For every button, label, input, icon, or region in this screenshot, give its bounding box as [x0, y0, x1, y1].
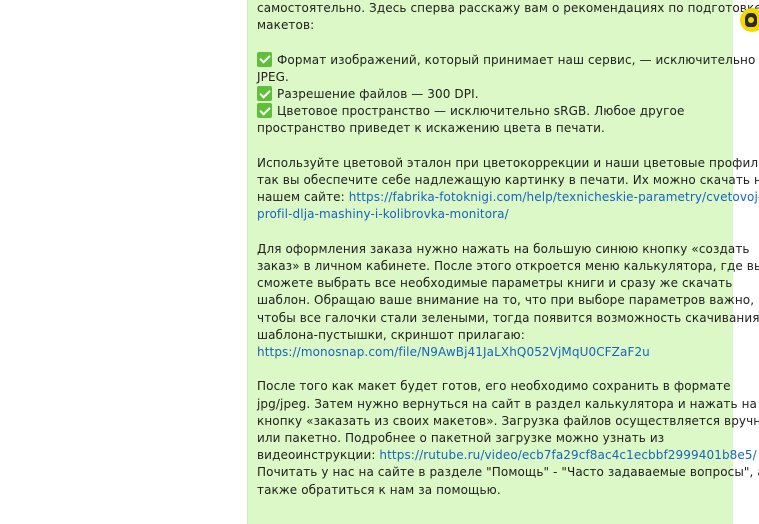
text-line: самостоятельно. Здесь сперва расскажу ва…: [257, 1, 759, 15]
text-line: макетов:: [257, 18, 315, 33]
text-line: или пакетно. Подробнее о пакетной загруз…: [257, 431, 665, 446]
text-line: шаблона-пустышки, скриншот прилагаю:: [257, 327, 525, 342]
avatar-icon: [745, 13, 757, 27]
check-mark-icon: [257, 51, 272, 67]
color-profile-link[interactable]: https://fabrika-fotoknigi.com/help/texni…: [349, 190, 759, 204]
text-line: https://monosnap.com/file/N9AwBj41JaLXhQ…: [257, 344, 727, 361]
text-line: нашем сайте: https://fabrika-fotoknigi.c…: [257, 189, 759, 206]
text-line: profil-dlja-mashiny-i-kolibrovka-monitor…: [257, 206, 727, 223]
checklist-item: Формат изображений, который принимает на…: [257, 51, 755, 69]
text-line: пространство приведет к искажению цвета …: [257, 121, 605, 136]
screenshot-link[interactable]: https://monosnap.com/file/N9AwBj41JaLXhQ…: [257, 345, 650, 359]
text-line: шаблон. Обращаю ваше внимание на то, что…: [257, 293, 755, 308]
text-line: Используйте цветовой эталон при цветокор…: [257, 155, 759, 170]
text-line: чтобы все галочки стали зелеными, тогда …: [257, 310, 759, 325]
avatar[interactable]: [740, 8, 759, 32]
check-mark-icon: [257, 86, 272, 101]
text-line: видеоинструкции: https://rutube.ru/video…: [257, 448, 757, 463]
text-line: также обратиться к нам за помощью.: [257, 482, 501, 497]
color-profile-link-continued[interactable]: profil-dlja-mashiny-i-kolibrovka-monitor…: [257, 207, 509, 221]
chat-area: самостоятельно. Здесь сперва расскажу ва…: [0, 0, 759, 524]
text-line: Для оформления заказа нужно нажать на бо…: [257, 241, 750, 256]
text-line: так вы обеспечите себе надлежащую картин…: [257, 173, 759, 187]
text-line: кнопку «заказать из своих макетов». Загр…: [257, 413, 759, 428]
message-text: самостоятельно. Здесь сперва расскажу ва…: [257, 0, 759, 499]
check-mark-icon: [257, 103, 272, 119]
text-line: После того как макет будет готов, его не…: [257, 379, 731, 394]
text-line: jpg/jpeg. Затем нужно вернуться на сайт …: [257, 396, 757, 411]
text-line: заказ» в личном кабинете. После этого от…: [257, 259, 759, 273]
text-line: Почитать у нас на сайте в разделе "Помощ…: [257, 465, 759, 480]
checklist-item: Цветовое пространство — исключительно sR…: [257, 103, 727, 120]
text-line: JPEG.: [257, 69, 289, 84]
text-line: сможете выбрать все необходимые параметр…: [257, 276, 733, 291]
video-instruction-link[interactable]: https://rutube.ru/video/ecb7fa29cf8ac4c1…: [379, 448, 756, 462]
checklist-item: Разрешение файлов — 300 DPI.: [257, 86, 727, 103]
